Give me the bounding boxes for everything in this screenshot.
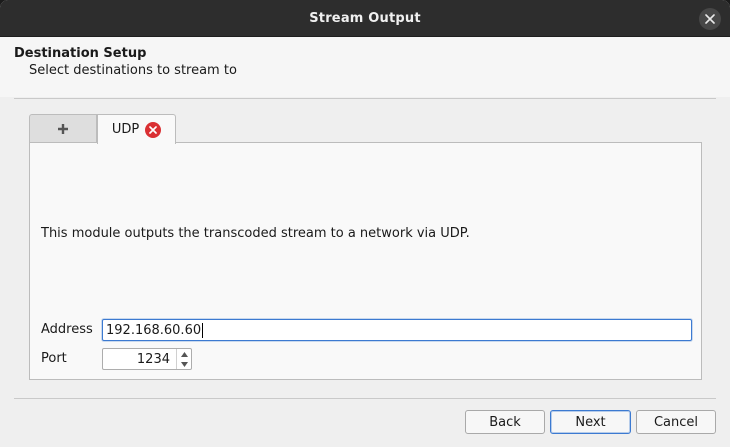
port-spinbox[interactable]: 1234	[102, 348, 192, 370]
header-subtitle: Select destinations to stream to	[29, 63, 237, 78]
window-close-button[interactable]	[699, 8, 721, 30]
plus-icon	[58, 124, 68, 134]
window-title: Stream Output	[309, 10, 421, 26]
footer-divider	[14, 398, 716, 399]
port-spin-buttons	[176, 349, 191, 369]
header-title: Destination Setup	[14, 46, 147, 61]
back-button[interactable]: Back	[465, 410, 545, 434]
port-label: Port	[41, 351, 67, 366]
address-value: 192.168.60.60	[106, 322, 202, 338]
stream-output-dialog: Stream Output Destination Setup Select d…	[0, 0, 730, 447]
tab-udp[interactable]: UDP	[97, 114, 176, 144]
port-increment-button[interactable]	[177, 349, 191, 359]
chevron-down-icon	[180, 361, 188, 367]
chevron-up-icon	[180, 351, 188, 357]
close-icon	[705, 14, 715, 24]
cancel-button[interactable]: Cancel	[636, 410, 716, 434]
next-button[interactable]: Next	[550, 410, 631, 434]
text-caret	[202, 322, 204, 338]
address-input[interactable]: 192.168.60.60	[102, 319, 692, 341]
close-tab-icon	[149, 125, 158, 134]
add-destination-tab[interactable]	[29, 114, 97, 143]
title-bar: Stream Output	[0, 0, 730, 37]
tab-udp-label: UDP	[111, 122, 140, 137]
header-divider	[14, 98, 716, 99]
wizard-header: Destination Setup Select destinations to…	[0, 37, 730, 97]
close-tab-button[interactable]	[145, 121, 162, 138]
udp-module-panel: This module outputs the transcoded strea…	[29, 142, 702, 380]
port-value: 1234	[136, 352, 170, 367]
module-description: This module outputs the transcoded strea…	[41, 226, 470, 241]
address-label: Address	[41, 322, 93, 337]
port-decrement-button[interactable]	[177, 359, 191, 369]
